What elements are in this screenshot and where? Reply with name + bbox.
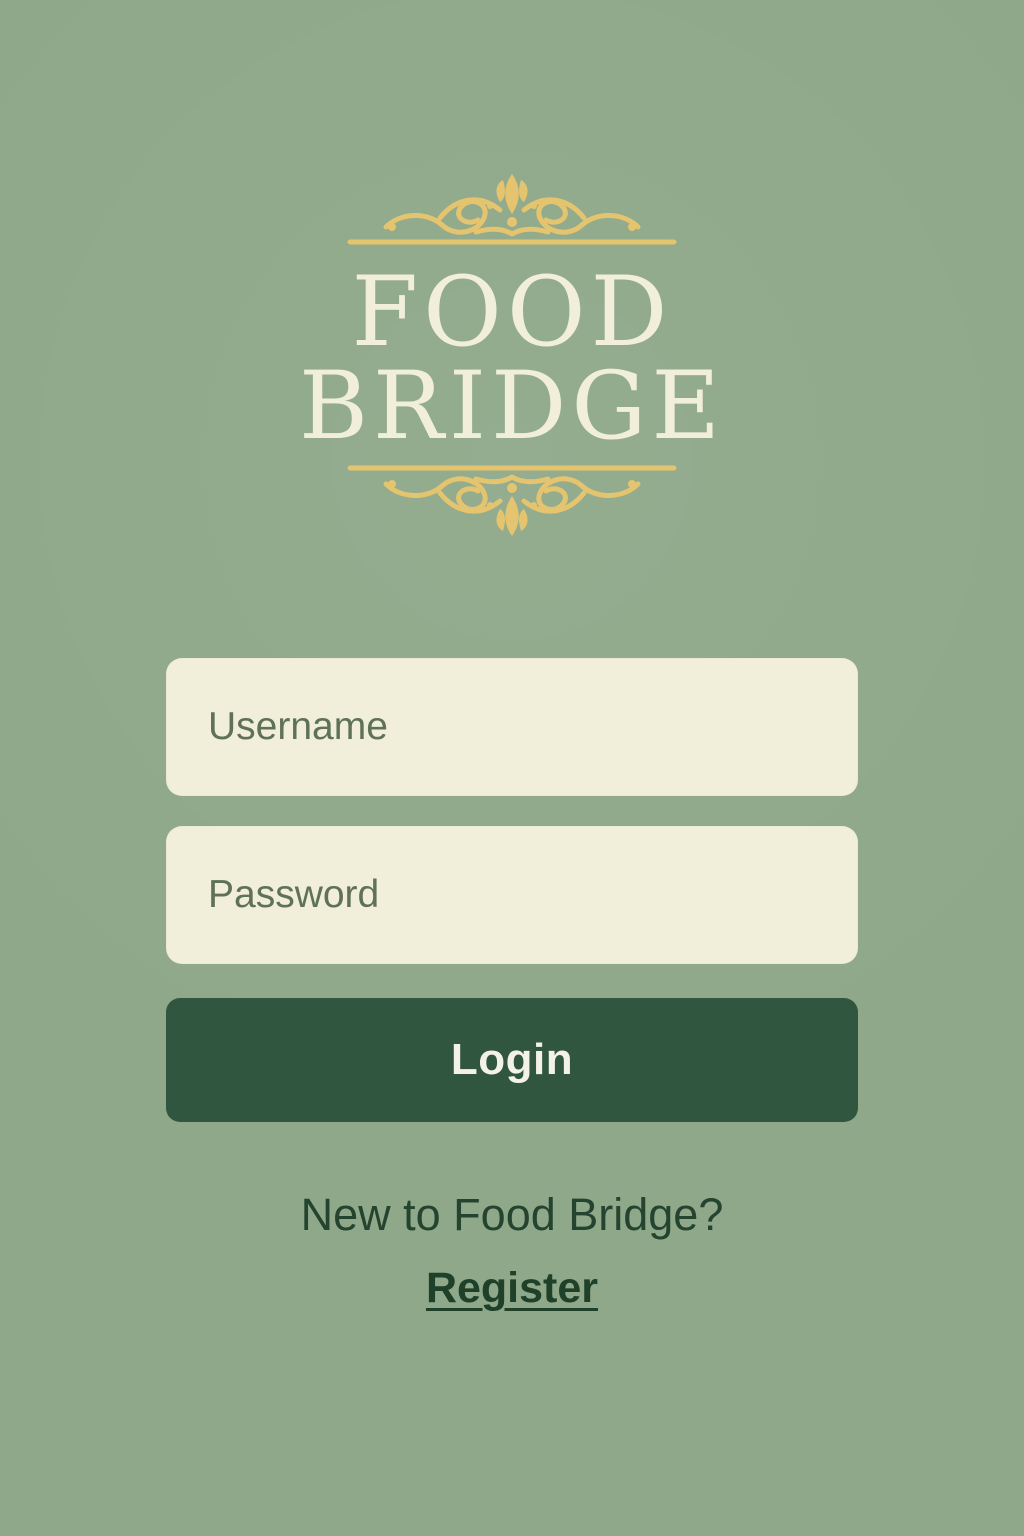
login-screen: FOOD BRIDGE Username Login New to Food B… <box>0 0 1024 1536</box>
food-bridge-logo: FOOD BRIDGE <box>0 170 1024 560</box>
logo-title-bridge: BRIDGE <box>298 352 726 461</box>
password-input[interactable] <box>166 826 858 964</box>
login-button[interactable]: Login <box>166 998 858 1122</box>
register-link[interactable]: Register <box>0 1262 1024 1314</box>
username-input[interactable] <box>166 658 858 796</box>
bottom-flourish-icon <box>347 465 677 536</box>
register-prompt: New to Food Bridge? <box>300 1189 724 1240</box>
logo-title-food: FOOD <box>351 256 673 368</box>
top-flourish-icon <box>347 174 677 245</box>
